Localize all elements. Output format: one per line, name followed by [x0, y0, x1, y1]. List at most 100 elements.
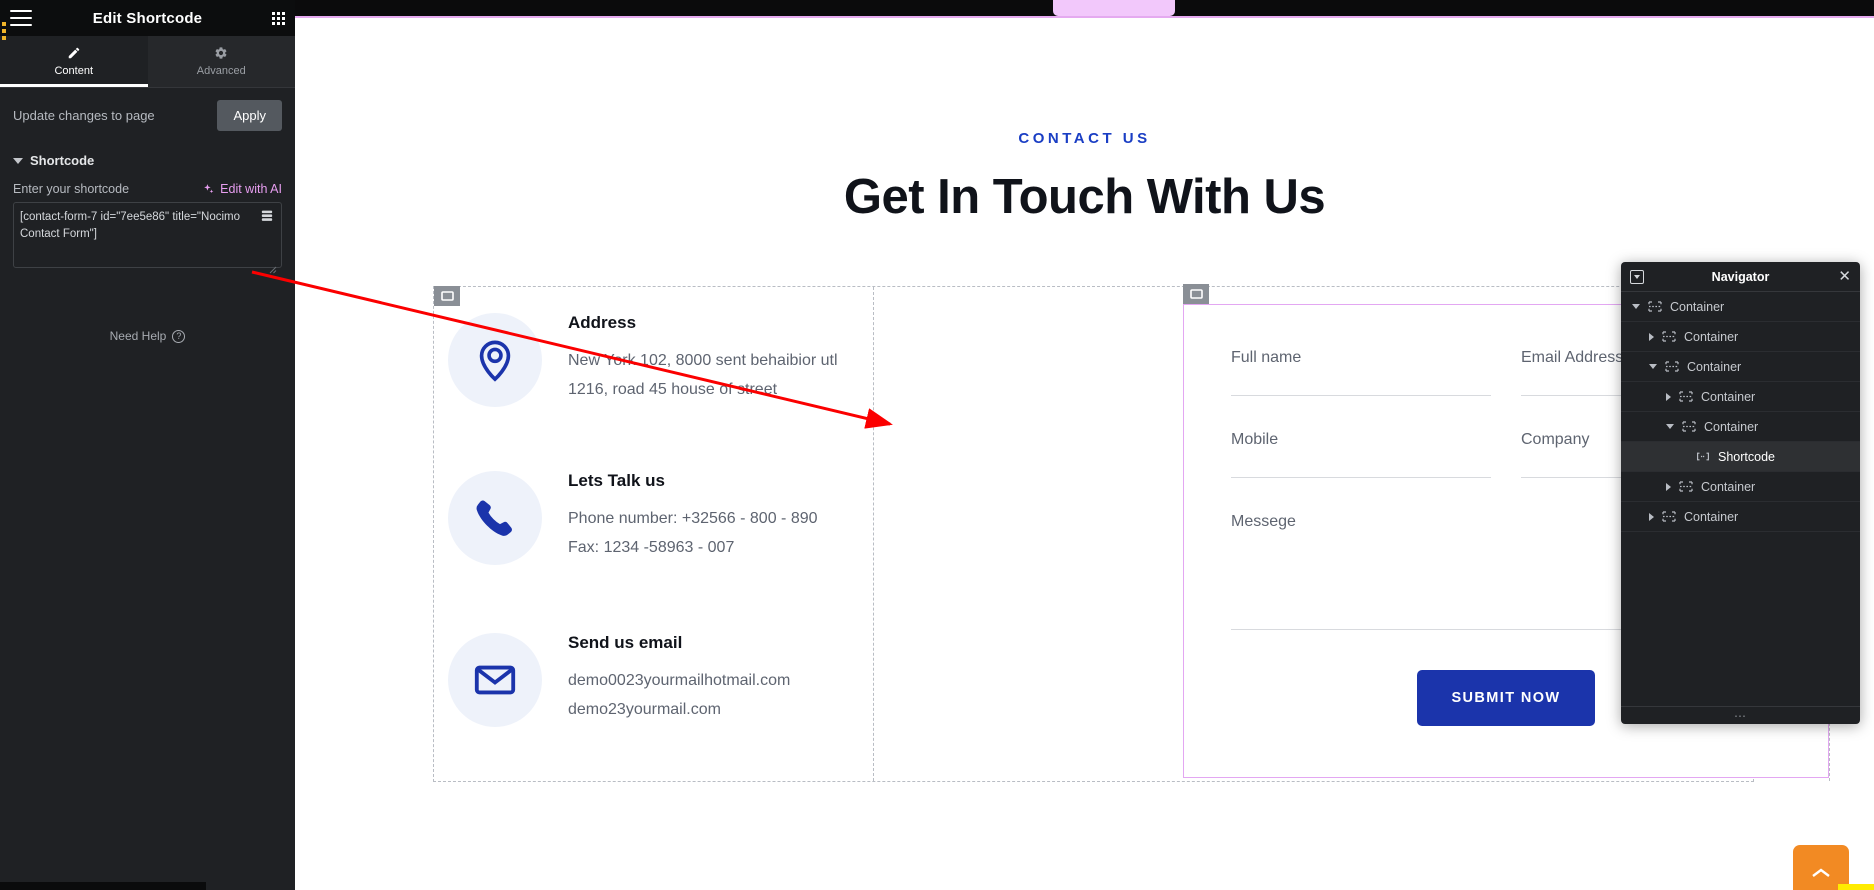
shortcode-section-label: Shortcode [30, 153, 95, 168]
form-column-handle[interactable] [1183, 284, 1209, 304]
field-full-name-placeholder: Full name [1231, 349, 1302, 366]
container-icon [1648, 301, 1662, 312]
page-title: Get In Touch With Us [843, 170, 1326, 224]
shortcode-input-wrapper [0, 202, 295, 274]
dock-icon[interactable] [1630, 269, 1644, 284]
need-help-link[interactable]: Need Help ? [0, 329, 295, 343]
edit-with-ai-button[interactable]: Edit with AI [202, 182, 282, 196]
contact-info-column[interactable]: Address New York 102, 8000 sent behaibio… [434, 286, 874, 781]
apply-row: Update changes to page Apply [0, 88, 295, 143]
shortcode-input[interactable] [13, 202, 282, 268]
gear-icon [215, 47, 227, 59]
need-help-label: Need Help [109, 329, 167, 343]
panel-tabs: Content Advanced [0, 36, 295, 88]
info-item-email: Send us email demo0023yourmailhotmail.co… [448, 633, 790, 727]
field-mobile[interactable]: Mobile [1231, 431, 1491, 478]
navigator-row-label: Container [1670, 299, 1725, 314]
grid-apps-icon[interactable] [272, 11, 285, 25]
info-phone-text: Lets Talk us Phone number: +32566 - 800 … [568, 471, 818, 563]
info-email-line-1: demo0023yourmailhotmail.com [568, 672, 791, 689]
map-pin-icon-circle [448, 313, 542, 407]
info-item-address: Address New York 102, 8000 sent behaibio… [448, 313, 838, 407]
caret-right-icon[interactable] [1649, 332, 1654, 341]
navigator-row-container-3[interactable]: Container [1621, 382, 1860, 412]
shortcode-section-header[interactable]: Shortcode [0, 143, 295, 174]
caret-right-icon[interactable] [1666, 482, 1671, 491]
container-icon [1682, 421, 1696, 432]
navigator-row-label: Container [1701, 479, 1756, 494]
caret-right-icon[interactable] [1666, 392, 1671, 401]
navigator-row-label: Shortcode [1718, 449, 1775, 464]
field-full-name[interactable]: Full name [1231, 349, 1491, 396]
info-phone-line-1: Phone number: +32566 - 800 - 890 [568, 510, 818, 527]
panel-header: Edit Shortcode [0, 0, 295, 36]
copy-icon[interactable] [256, 205, 278, 229]
container-icon [1665, 361, 1679, 372]
navigator-row-label: Container [1701, 389, 1756, 404]
envelope-icon-circle [448, 633, 542, 727]
bottom-yellow-strip [1838, 884, 1874, 890]
no-caret [1683, 453, 1688, 461]
caret-down-icon[interactable] [1666, 424, 1674, 429]
apply-button[interactable]: Apply [217, 100, 282, 131]
editor-panel: Edit Shortcode Content Advanced Update c… [0, 0, 295, 890]
tab-advanced[interactable]: Advanced [148, 36, 296, 87]
info-item-phone: Lets Talk us Phone number: +32566 - 800 … [448, 471, 818, 565]
navigator-panel: Navigator ✕ Container Container Container C… [1621, 262, 1860, 724]
highlighted-element-tab[interactable] [1053, 0, 1175, 16]
hero-eyebrow: CONTACT US [1018, 130, 1151, 147]
field-mobile-underline [1231, 477, 1491, 478]
caret-down-icon [13, 157, 23, 164]
navigator-row-container-7[interactable]: Container [1621, 502, 1860, 532]
info-address-line-2: 1216, road 45 house of street [568, 380, 778, 398]
navigator-row-label: Container [1684, 329, 1739, 344]
navigator-tree: Container Container Container Container Cont… [1621, 292, 1860, 532]
tab-content-label: Content [54, 65, 94, 77]
top-dark-strip [295, 0, 1874, 18]
hero-section: CONTACT US Get In Touch With Us [295, 18, 1874, 225]
chevron-up-icon [1812, 868, 1830, 877]
info-column-handle[interactable] [434, 286, 460, 306]
field-mobile-placeholder: Mobile [1231, 431, 1279, 448]
tab-content[interactable]: Content [0, 36, 148, 87]
pencil-icon [68, 47, 80, 59]
info-email-text: Send us email demo0023yourmailhotmail.co… [568, 633, 790, 725]
map-pin-icon [479, 340, 511, 382]
apply-row-label: Update changes to page [13, 108, 155, 123]
caret-down-icon[interactable] [1632, 304, 1640, 309]
question-circle-icon: ? [172, 329, 186, 343]
container-icon [1662, 511, 1676, 522]
info-address-heading: Address [568, 313, 637, 332]
field-full-name-underline [1231, 395, 1491, 396]
envelope-icon [474, 665, 516, 695]
container-icon [1662, 331, 1676, 342]
info-email-line-2: demo23yourmail.com [568, 700, 721, 718]
info-email-heading: Send us email [568, 633, 683, 652]
info-address-line-1: New York 102, 8000 sent behaibior utl [568, 352, 838, 369]
submit-now-button[interactable]: SUBMIT NOW [1417, 670, 1595, 726]
navigator-row-label: Container [1704, 419, 1759, 434]
navigator-row-container-4[interactable]: Container [1621, 412, 1860, 442]
panel-horizontal-scrollbar[interactable] [0, 882, 206, 890]
hamburger-icon[interactable] [10, 10, 32, 26]
caret-down-icon[interactable] [1649, 364, 1657, 369]
close-icon[interactable]: ✕ [1838, 269, 1851, 284]
caret-right-icon[interactable] [1649, 512, 1654, 521]
shortcode-field-row: Enter your shortcode Edit with AI [0, 174, 295, 202]
shortcode-field-label: Enter your shortcode [13, 182, 130, 196]
shortcode-icon [1696, 451, 1710, 462]
navigator-row-label: Container [1684, 509, 1739, 524]
navigator-row-container-1[interactable]: Container [1621, 322, 1860, 352]
more-dots-icon[interactable]: ⋯ [1621, 706, 1860, 724]
navigator-row-label: Container [1687, 359, 1742, 374]
sparkles-icon [204, 183, 214, 193]
phone-icon [476, 500, 512, 536]
navigator-header: Navigator ✕ [1621, 262, 1860, 292]
phone-icon-circle [448, 471, 542, 565]
navigator-row-container-0[interactable]: Container [1621, 292, 1860, 322]
navigator-row-container-2[interactable]: Container [1621, 352, 1860, 382]
container-icon [1679, 391, 1693, 402]
navigator-row-container-6[interactable]: Container [1621, 472, 1860, 502]
info-address-text: Address New York 102, 8000 sent behaibio… [568, 313, 838, 405]
navigator-row-shortcode-5[interactable]: Shortcode [1621, 442, 1860, 472]
